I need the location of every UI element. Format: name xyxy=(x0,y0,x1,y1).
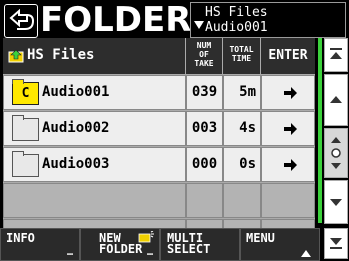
total-time-line2: TIME xyxy=(231,54,252,63)
scroll-down-button[interactable] xyxy=(324,180,348,224)
enter-button[interactable] xyxy=(261,75,315,110)
right-arrow-icon xyxy=(284,123,297,135)
folder-icon xyxy=(12,151,39,177)
path-current: Audio001 xyxy=(205,20,268,35)
scroll-position-indicator xyxy=(318,38,322,223)
new-folder-icon xyxy=(138,231,154,243)
folder-name: Audio002 xyxy=(42,120,110,136)
total-time-line1: TOTAL xyxy=(229,45,254,54)
folder-icon: C xyxy=(12,79,39,105)
folder-up-icon xyxy=(8,49,24,63)
current-path-selector[interactable]: HS Files Audio001 xyxy=(190,2,346,38)
total-time-header: TOTAL TIME xyxy=(223,38,260,74)
folder-name: Audio001 xyxy=(42,84,110,100)
empty-cell xyxy=(3,183,186,218)
folder-name-cell[interactable]: Audio002 xyxy=(3,111,186,146)
empty-cell xyxy=(186,183,223,218)
current-folder-marker: C xyxy=(21,86,30,101)
folder-tab xyxy=(12,151,24,156)
num-take-line1: NUM xyxy=(196,41,212,50)
total-time-cell: 4s xyxy=(223,111,261,146)
scroll-down-icon xyxy=(330,199,342,206)
parent-folder-label: HS Files xyxy=(27,47,95,63)
enter-button[interactable] xyxy=(261,147,315,182)
scroll-thumb-icon xyxy=(331,137,341,169)
menu-up-arrow-icon xyxy=(301,250,311,257)
multi-select-button[interactable]: MULTI SELECT xyxy=(160,228,240,261)
right-arrow-icon xyxy=(284,87,297,99)
empty-row xyxy=(3,219,315,254)
table-row: Audio003 000 0s xyxy=(3,147,315,182)
num-take-header: NUM OF TAKE xyxy=(186,38,222,74)
back-arrow-icon xyxy=(9,8,35,30)
empty-cell xyxy=(223,183,261,218)
total-time-cell: 5m xyxy=(223,75,261,110)
folder-screen: FOLDER HS Files Audio001 HS Files NUM OF… xyxy=(0,0,349,261)
table-row: C Audio001 039 5m xyxy=(3,75,315,110)
num-take-cell: 000 xyxy=(186,147,223,182)
scroll-top-button[interactable] xyxy=(324,38,348,72)
num-take-cell: 039 xyxy=(186,75,223,110)
info-button[interactable]: INFO … xyxy=(0,228,80,261)
folder-name-cell[interactable]: Audio003 xyxy=(3,147,186,182)
scroll-top-icon xyxy=(330,48,342,59)
path-dropdown-icon xyxy=(194,21,204,29)
menu-button[interactable]: MENU xyxy=(240,228,320,261)
folder-name-cell[interactable]: C Audio001 xyxy=(3,75,186,110)
total-time-header-label: TOTAL TIME xyxy=(223,38,260,63)
empty-cell xyxy=(261,183,315,218)
folder-table: HS Files NUM OF TAKE TOTAL TIME ENTER C xyxy=(3,38,315,254)
page-title: FOLDER xyxy=(40,0,192,40)
scroll-up-icon xyxy=(330,96,342,103)
right-arrow-icon xyxy=(284,159,297,171)
new-folder-button[interactable]: NEW FOLDER … xyxy=(80,228,160,261)
num-take-header-label: NUM OF TAKE xyxy=(186,38,222,68)
enter-button[interactable] xyxy=(261,111,315,146)
folder-name: Audio003 xyxy=(42,156,110,172)
multi-select-label-line2: SELECT xyxy=(167,242,211,256)
menu-label: MENU xyxy=(246,231,275,245)
empty-row xyxy=(3,183,315,218)
info-label: INFO xyxy=(6,231,35,245)
folder-tab xyxy=(12,115,24,120)
scroll-up-button[interactable] xyxy=(324,74,348,126)
total-time-cell: 0s xyxy=(223,147,261,182)
parent-folder-header[interactable]: HS Files xyxy=(3,38,185,74)
new-folder-label-line2: FOLDER xyxy=(99,242,143,256)
num-take-line3: TAKE xyxy=(194,59,214,68)
num-take-line2: OF xyxy=(199,50,209,59)
scroll-bottom-icon xyxy=(330,238,342,249)
enter-header: ENTER xyxy=(261,38,315,74)
more-dots-icon: … xyxy=(146,247,153,258)
back-button[interactable] xyxy=(4,4,38,38)
folder-icon xyxy=(12,115,39,141)
scroll-thumb[interactable] xyxy=(324,128,348,178)
table-row: Audio002 003 4s xyxy=(3,111,315,146)
scroll-bottom-button[interactable] xyxy=(324,228,348,259)
more-dots-icon: … xyxy=(66,247,73,258)
num-take-cell: 003 xyxy=(186,111,223,146)
path-parent: HS Files xyxy=(205,5,268,20)
